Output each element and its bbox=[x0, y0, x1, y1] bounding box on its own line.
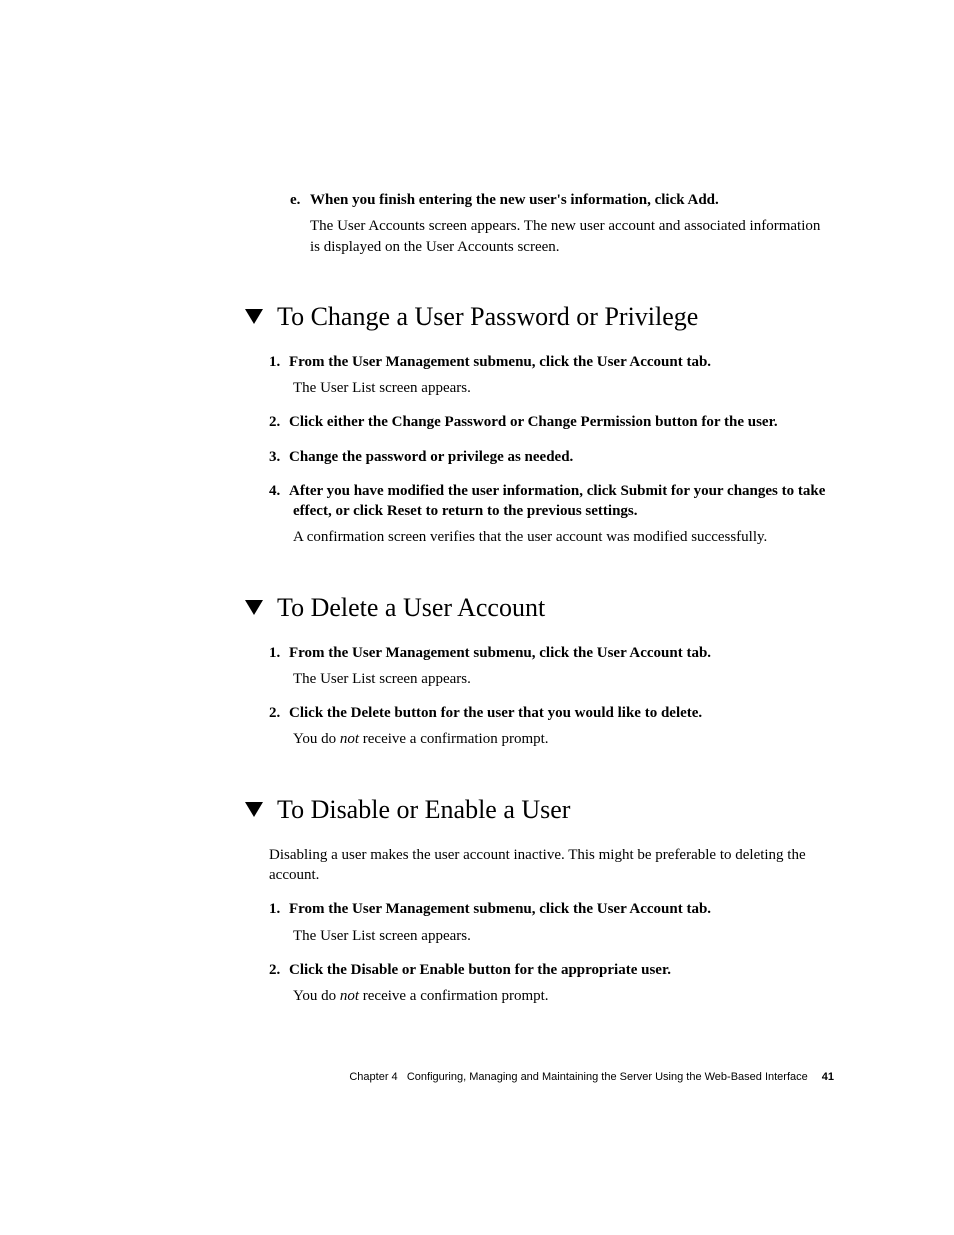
body-em: not bbox=[340, 731, 359, 747]
list-item: 1.From the User Management submenu, clic… bbox=[269, 352, 834, 399]
footer-title: Configuring, Managing and Maintaining th… bbox=[407, 1071, 808, 1083]
step-number: 1. bbox=[269, 643, 289, 663]
step-number: 1. bbox=[269, 352, 289, 372]
body-post: receive a confirmation prompt. bbox=[359, 988, 549, 1004]
step-bold: Click either the Change Password or Chan… bbox=[289, 414, 778, 430]
triangle-down-icon bbox=[245, 802, 263, 817]
heading-text: To Delete a User Account bbox=[277, 590, 545, 625]
steps-disable: 1.From the User Management submenu, clic… bbox=[269, 899, 834, 1006]
step-e: e.When you finish entering the new user'… bbox=[290, 190, 834, 257]
list-item: 1.From the User Management submenu, clic… bbox=[269, 899, 834, 946]
step-number: 3. bbox=[269, 447, 289, 467]
page-footer: Chapter 4 Configuring, Managing and Main… bbox=[245, 1070, 834, 1085]
heading-change-password: To Change a User Password or Privilege bbox=[245, 299, 834, 334]
step-bold: From the User Management submenu, click … bbox=[289, 901, 711, 917]
step-bold: Click the Disable or Enable button for t… bbox=[289, 962, 671, 978]
step-e-marker: e. bbox=[290, 190, 310, 210]
step-body: The User List screen appears. bbox=[293, 669, 834, 689]
step-number: 2. bbox=[269, 960, 289, 980]
list-item: 2.Click either the Change Password or Ch… bbox=[269, 412, 834, 432]
triangle-down-icon bbox=[245, 600, 263, 615]
step-body: The User List screen appears. bbox=[293, 378, 834, 398]
step-e-bold: When you finish entering the new user's … bbox=[310, 192, 719, 208]
step-number: 2. bbox=[269, 703, 289, 723]
heading-delete-user: To Delete a User Account bbox=[245, 590, 834, 625]
triangle-down-icon bbox=[245, 309, 263, 324]
section-intro: Disabling a user makes the user account … bbox=[269, 845, 834, 886]
list-item: 4.After you have modified the user infor… bbox=[269, 481, 834, 548]
page: e.When you finish entering the new user'… bbox=[0, 0, 954, 1235]
page-number: 41 bbox=[822, 1071, 834, 1083]
list-item: 2.Click the Disable or Enable button for… bbox=[269, 960, 834, 1007]
step-bold: Change the password or privilege as need… bbox=[289, 449, 573, 465]
step-body: You do not receive a confirmation prompt… bbox=[293, 986, 834, 1006]
step-bold: After you have modified the user informa… bbox=[289, 483, 825, 519]
step-e-body: The User Accounts screen appears. The ne… bbox=[310, 216, 834, 257]
steps-delete: 1.From the User Management submenu, clic… bbox=[269, 643, 834, 750]
footer-chapter: Chapter 4 bbox=[349, 1071, 397, 1083]
step-body: A confirmation screen verifies that the … bbox=[293, 527, 834, 547]
steps-change: 1.From the User Management submenu, clic… bbox=[269, 352, 834, 548]
step-bold: From the User Management submenu, click … bbox=[289, 354, 711, 370]
body-pre: You do bbox=[293, 988, 340, 1004]
heading-text: To Change a User Password or Privilege bbox=[277, 299, 698, 334]
step-bold: From the User Management submenu, click … bbox=[289, 645, 711, 661]
body-post: receive a confirmation prompt. bbox=[359, 731, 549, 747]
heading-disable-enable-user: To Disable or Enable a User bbox=[245, 792, 834, 827]
step-bold: Click the Delete button for the user tha… bbox=[289, 705, 702, 721]
step-number: 2. bbox=[269, 412, 289, 432]
list-item: 1.From the User Management submenu, clic… bbox=[269, 643, 834, 690]
step-number: 1. bbox=[269, 899, 289, 919]
step-body: The User List screen appears. bbox=[293, 926, 834, 946]
step-body: You do not receive a confirmation prompt… bbox=[293, 729, 834, 749]
heading-text: To Disable or Enable a User bbox=[277, 792, 570, 827]
step-number: 4. bbox=[269, 481, 289, 501]
body-pre: You do bbox=[293, 731, 340, 747]
list-item: 2.Click the Delete button for the user t… bbox=[269, 703, 834, 750]
body-em: not bbox=[340, 988, 359, 1004]
list-item: 3.Change the password or privilege as ne… bbox=[269, 447, 834, 467]
